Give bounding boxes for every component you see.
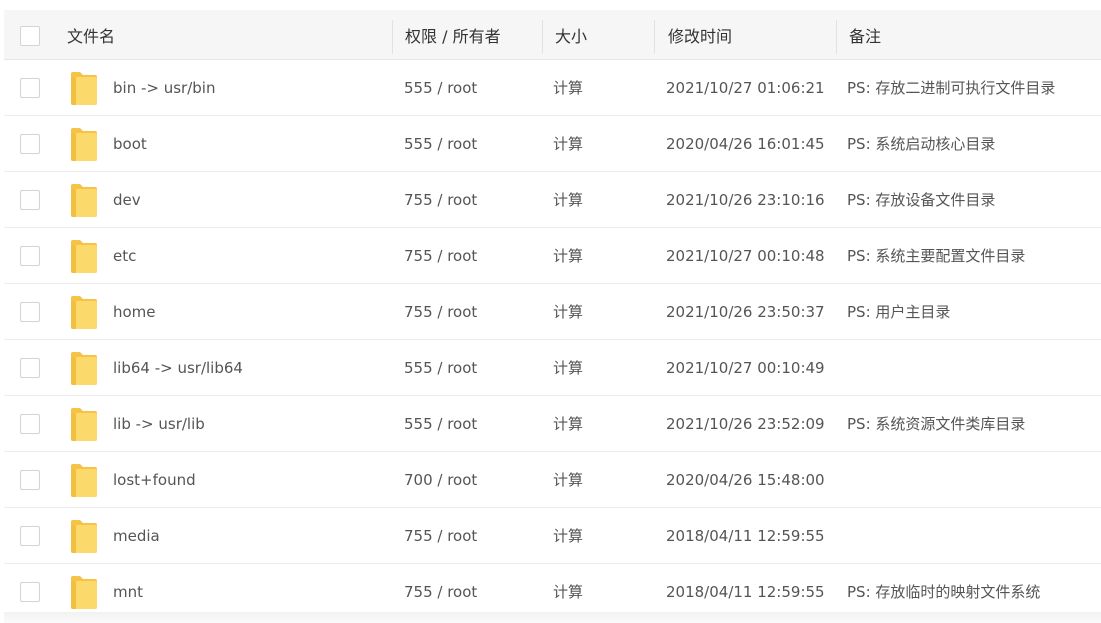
size-calculate-link[interactable]: 计算: [553, 228, 583, 284]
folder-icon[interactable]: [70, 462, 98, 498]
file-name[interactable]: media: [113, 508, 160, 564]
permission-owner[interactable]: 555 / root: [404, 396, 477, 452]
column-header-permission[interactable]: 权限 / 所有者: [405, 10, 501, 60]
permission-owner[interactable]: 555 / root: [404, 340, 477, 396]
modified-time: 2020/04/26 15:48:00: [666, 471, 825, 489]
file-table: 文件名 权限 / 所有者 大小 修改时间 备注 bin -> usr/bin 5…: [4, 10, 1101, 620]
file-name[interactable]: dev: [113, 172, 141, 228]
folder-icon[interactable]: [70, 406, 98, 442]
file-name[interactable]: home: [113, 284, 156, 340]
row-checkbox[interactable]: [20, 526, 40, 546]
row-checkbox[interactable]: [20, 78, 40, 98]
table-row[interactable]: dev 755 / root 计算 2021/10/26 23:10:16 PS…: [4, 172, 1101, 228]
size-calculate-link[interactable]: 计算: [553, 452, 583, 508]
permission-owner[interactable]: 755 / root: [404, 284, 477, 340]
table-row[interactable]: lost+found 700 / root 计算 2020/04/26 15:4…: [4, 452, 1101, 508]
table-row[interactable]: home 755 / root 计算 2021/10/26 23:50:37 P…: [4, 284, 1101, 340]
folder-icon[interactable]: [70, 70, 98, 106]
row-checkbox[interactable]: [20, 470, 40, 490]
permission-owner[interactable]: 700 / root: [404, 452, 477, 508]
row-checkbox[interactable]: [20, 190, 40, 210]
folder-icon[interactable]: [70, 350, 98, 386]
size-calculate-link[interactable]: 计算: [553, 508, 583, 564]
folder-icon[interactable]: [70, 238, 98, 274]
table-row[interactable]: lib64 -> usr/lib64 555 / root 计算 2021/10…: [4, 340, 1101, 396]
permission-owner[interactable]: 755 / root: [404, 228, 477, 284]
table-row[interactable]: lib -> usr/lib 555 / root 计算 2021/10/26 …: [4, 396, 1101, 452]
file-name[interactable]: lib -> usr/lib: [113, 396, 205, 452]
permission-owner[interactable]: 555 / root: [404, 116, 477, 172]
table-body: bin -> usr/bin 555 / root 计算 2021/10/27 …: [4, 60, 1101, 620]
size-calculate-link[interactable]: 计算: [553, 284, 583, 340]
size-calculate-link[interactable]: 计算: [553, 172, 583, 228]
column-divider[interactable]: [542, 20, 543, 54]
row-checkbox[interactable]: [20, 302, 40, 322]
folder-icon[interactable]: [70, 126, 98, 162]
file-note[interactable]: PS: 存放设备文件目录: [847, 172, 995, 228]
folder-icon[interactable]: [70, 182, 98, 218]
size-calculate-link[interactable]: 计算: [553, 340, 583, 396]
modified-time: 2020/04/26 16:01:45: [666, 135, 825, 153]
folder-icon[interactable]: [70, 294, 98, 330]
permission-owner[interactable]: 755 / root: [404, 172, 477, 228]
file-name[interactable]: boot: [113, 116, 147, 172]
file-name[interactable]: lib64 -> usr/lib64: [113, 340, 243, 396]
table-row[interactable]: boot 555 / root 计算 2020/04/26 16:01:45 P…: [4, 116, 1101, 172]
row-checkbox[interactable]: [20, 414, 40, 434]
permission-owner[interactable]: 555 / root: [404, 60, 477, 116]
scroll-shadow: [4, 612, 1101, 623]
folder-icon[interactable]: [70, 574, 98, 610]
file-name[interactable]: bin -> usr/bin: [113, 60, 215, 116]
table-row[interactable]: bin -> usr/bin 555 / root 计算 2021/10/27 …: [4, 60, 1101, 116]
permission-owner[interactable]: 755 / root: [404, 508, 477, 564]
modified-time: 2021/10/26 23:52:09: [666, 415, 825, 433]
column-divider[interactable]: [392, 20, 393, 54]
table-header: 文件名 权限 / 所有者 大小 修改时间 备注: [4, 10, 1101, 60]
column-header-name[interactable]: 文件名: [67, 10, 115, 60]
column-header-mtime[interactable]: 修改时间: [668, 10, 732, 60]
file-name[interactable]: lost+found: [113, 452, 196, 508]
column-header-size[interactable]: 大小: [555, 10, 587, 60]
modified-time: 2021/10/26 23:50:37: [666, 303, 825, 321]
select-all-checkbox[interactable]: [20, 26, 40, 46]
row-checkbox[interactable]: [20, 582, 40, 602]
row-checkbox[interactable]: [20, 358, 40, 378]
column-divider[interactable]: [654, 20, 655, 54]
folder-icon[interactable]: [70, 518, 98, 554]
modified-time: 2021/10/26 23:10:16: [666, 191, 825, 209]
column-header-note[interactable]: 备注: [849, 10, 881, 60]
file-name[interactable]: etc: [113, 228, 136, 284]
file-note[interactable]: PS: 存放二进制可执行文件目录: [847, 60, 1055, 116]
table-row[interactable]: media 755 / root 计算 2018/04/11 12:59:55: [4, 508, 1101, 564]
modified-time: 2018/04/11 12:59:55: [666, 527, 825, 545]
column-divider[interactable]: [836, 20, 837, 54]
file-note[interactable]: PS: 系统主要配置文件目录: [847, 228, 1025, 284]
file-note[interactable]: PS: 用户主目录: [847, 284, 950, 340]
row-checkbox[interactable]: [20, 134, 40, 154]
modified-time: 2021/10/27 01:06:21: [666, 79, 825, 97]
row-checkbox[interactable]: [20, 246, 40, 266]
table-row[interactable]: etc 755 / root 计算 2021/10/27 00:10:48 PS…: [4, 228, 1101, 284]
file-note[interactable]: PS: 系统资源文件类库目录: [847, 396, 1025, 452]
size-calculate-link[interactable]: 计算: [553, 116, 583, 172]
size-calculate-link[interactable]: 计算: [553, 396, 583, 452]
file-note[interactable]: PS: 系统启动核心目录: [847, 116, 995, 172]
modified-time: 2021/10/27 00:10:48: [666, 247, 825, 265]
modified-time: 2021/10/27 00:10:49: [666, 359, 825, 377]
size-calculate-link[interactable]: 计算: [553, 60, 583, 116]
